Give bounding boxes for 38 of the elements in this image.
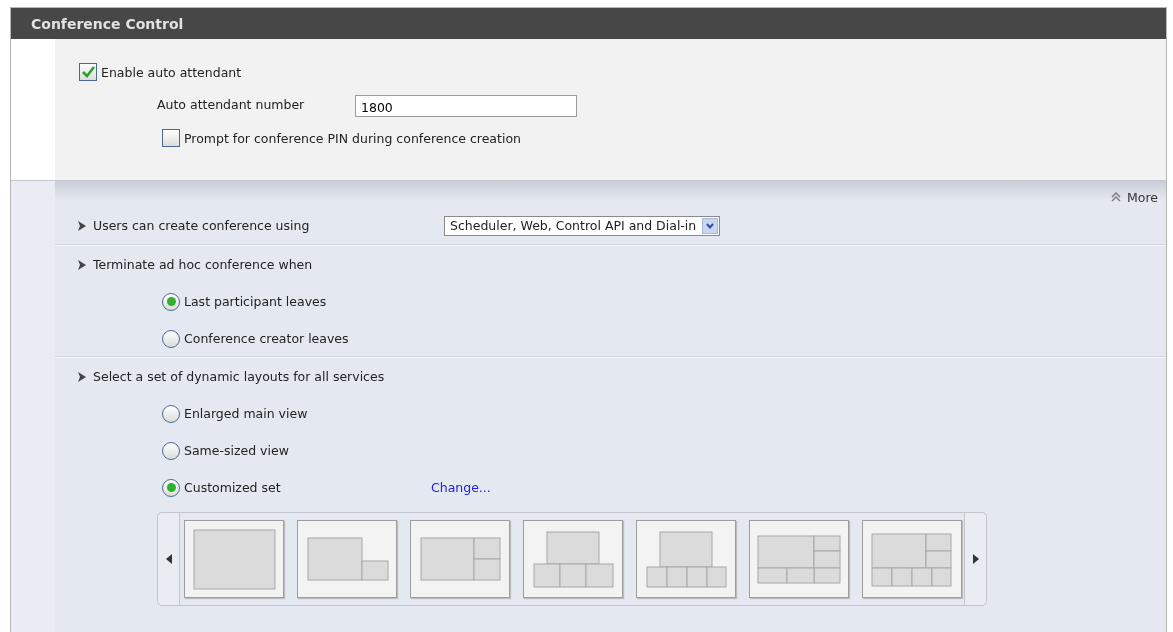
radio-label: Customized set [184, 480, 281, 495]
left-triangle-icon [165, 554, 172, 564]
radio-label: Same-sized view [184, 443, 289, 458]
more-toggle[interactable]: More [1110, 188, 1158, 206]
layout-thumbnail[interactable] [862, 520, 962, 598]
radio-label: Last participant leaves [184, 294, 327, 309]
panel-title: Conference Control [31, 15, 184, 32]
layout-thumbnail[interactable] [184, 520, 284, 598]
layout-thumbnail[interactable] [410, 520, 510, 598]
right-triangle-icon [972, 554, 979, 564]
radio-button[interactable] [162, 329, 180, 348]
setting-label: Terminate ad hoc conference when [93, 257, 314, 272]
checkbox[interactable] [79, 63, 97, 81]
bullet-arrow-icon [77, 370, 87, 383]
checkbox-label: Enable auto attendant [101, 64, 242, 80]
scroll-right-button[interactable] [964, 513, 986, 605]
field-label: Auto attendant number [157, 96, 306, 112]
radio-button[interactable] [162, 441, 180, 460]
number-field[interactable]: 1800 [355, 95, 577, 117]
dropdown[interactable]: Scheduler, Web, Control API and Dial-in [444, 215, 721, 236]
change-link[interactable]: Change... [431, 480, 491, 495]
checkbox-label: Prompt for conference PIN during conference creation [184, 130, 521, 146]
radio-button[interactable] [162, 404, 180, 423]
layout-thumbnail[interactable] [523, 520, 623, 598]
layout-thumbnail[interactable] [636, 520, 736, 598]
setting-label: Users can create conference using [93, 218, 311, 233]
checkbox[interactable] [162, 129, 180, 147]
layout-thumbnail[interactable] [297, 520, 397, 598]
radio-label: Enlarged main view [184, 406, 308, 421]
bullet-arrow-icon [77, 258, 87, 271]
setting-label: Select a set of dynamic layouts for all services [93, 369, 386, 384]
radio-button[interactable] [162, 478, 180, 497]
chevron-icon [1110, 191, 1122, 203]
radio-button[interactable] [162, 292, 180, 311]
radio-label: Conference creator leaves [184, 331, 349, 346]
bullet-arrow-icon [77, 219, 87, 232]
scroll-left-button[interactable] [158, 513, 180, 605]
layout-thumbnail[interactable] [749, 520, 849, 598]
